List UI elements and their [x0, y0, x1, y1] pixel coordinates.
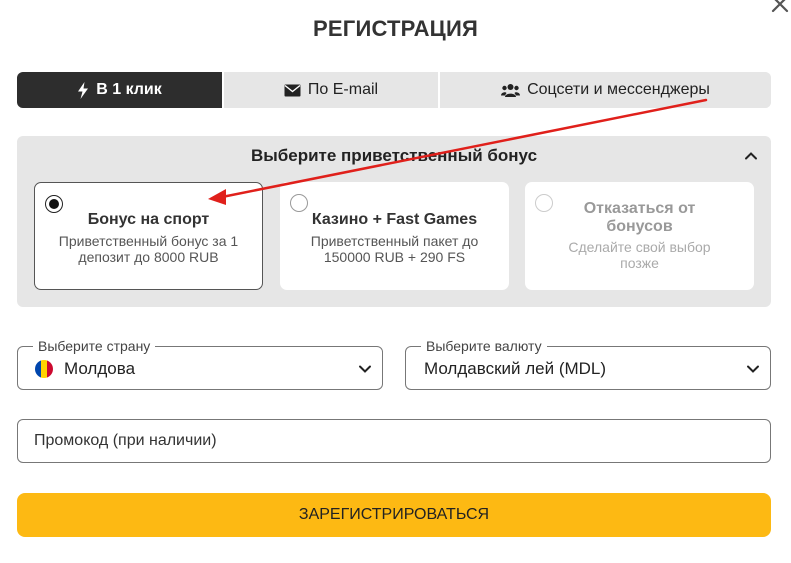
bonus-option-title: Бонус на спорт — [87, 211, 210, 228]
country-select[interactable]: Выберите страну Молдова — [17, 338, 383, 390]
bonus-option-casino[interactable]: Казино + Fast Games Приветственный пакет… — [280, 182, 509, 290]
tab-label: В 1 клик — [96, 81, 162, 98]
radio-button[interactable] — [290, 194, 308, 212]
currency-value: Молдавский лей (MDL) — [424, 359, 607, 378]
currency-select[interactable]: Выберите валюту Молдавский лей (MDL) — [405, 338, 771, 390]
tab-social[interactable]: Соцсети и мессенджеры — [438, 72, 771, 108]
registration-tabs: В 1 клик По E-mail Соцсети и мессенджеры — [17, 72, 771, 108]
envelope-icon — [284, 84, 301, 97]
bonus-option-description: Сделайте свой выбор позже — [568, 239, 711, 271]
country-label: Выберите страну — [33, 338, 156, 354]
tab-one-click[interactable]: В 1 клик — [17, 72, 222, 108]
bonus-option-title: Казино + Fast Games — [311, 211, 478, 228]
tab-email[interactable]: По E-mail — [222, 72, 438, 108]
bonus-panel: Выберите приветственный бонус Бонус на с… — [17, 136, 771, 307]
dialog-title: РЕГИСТРАЦИЯ — [313, 16, 478, 41]
bonus-option-description: Приветственный пакет до 150000 RUB + 290… — [310, 233, 479, 265]
register-button[interactable]: ЗАРЕГИСТРИРОВАТЬСЯ — [17, 493, 771, 537]
promo-field — [17, 419, 771, 463]
tab-label: Соцсети и мессенджеры — [527, 81, 710, 98]
currency-label: Выберите валюту — [421, 338, 547, 354]
users-icon — [501, 83, 521, 98]
bonus-option-description: Приветственный бонус за 1 депозит до 800… — [58, 233, 239, 265]
bonus-header: Выберите приветственный бонус — [250, 146, 538, 165]
bonus-option-decline[interactable]: Отказаться от бонусов Сделайте свой выбо… — [525, 182, 754, 290]
promo-code-input[interactable] — [18, 420, 770, 462]
tab-label: По E-mail — [307, 81, 379, 98]
country-value: Молдова — [64, 359, 136, 378]
lightning-icon — [77, 81, 89, 99]
chevron-down-icon[interactable] — [358, 362, 372, 376]
bonus-option-sport[interactable]: Бонус на спорт Приветственный бонус за 1… — [34, 182, 263, 290]
moldova-flag-icon — [35, 360, 53, 378]
bonus-option-title: Отказаться от бонусов — [583, 200, 696, 235]
chevron-up-icon[interactable] — [743, 148, 759, 164]
chevron-down-icon[interactable] — [746, 362, 760, 376]
